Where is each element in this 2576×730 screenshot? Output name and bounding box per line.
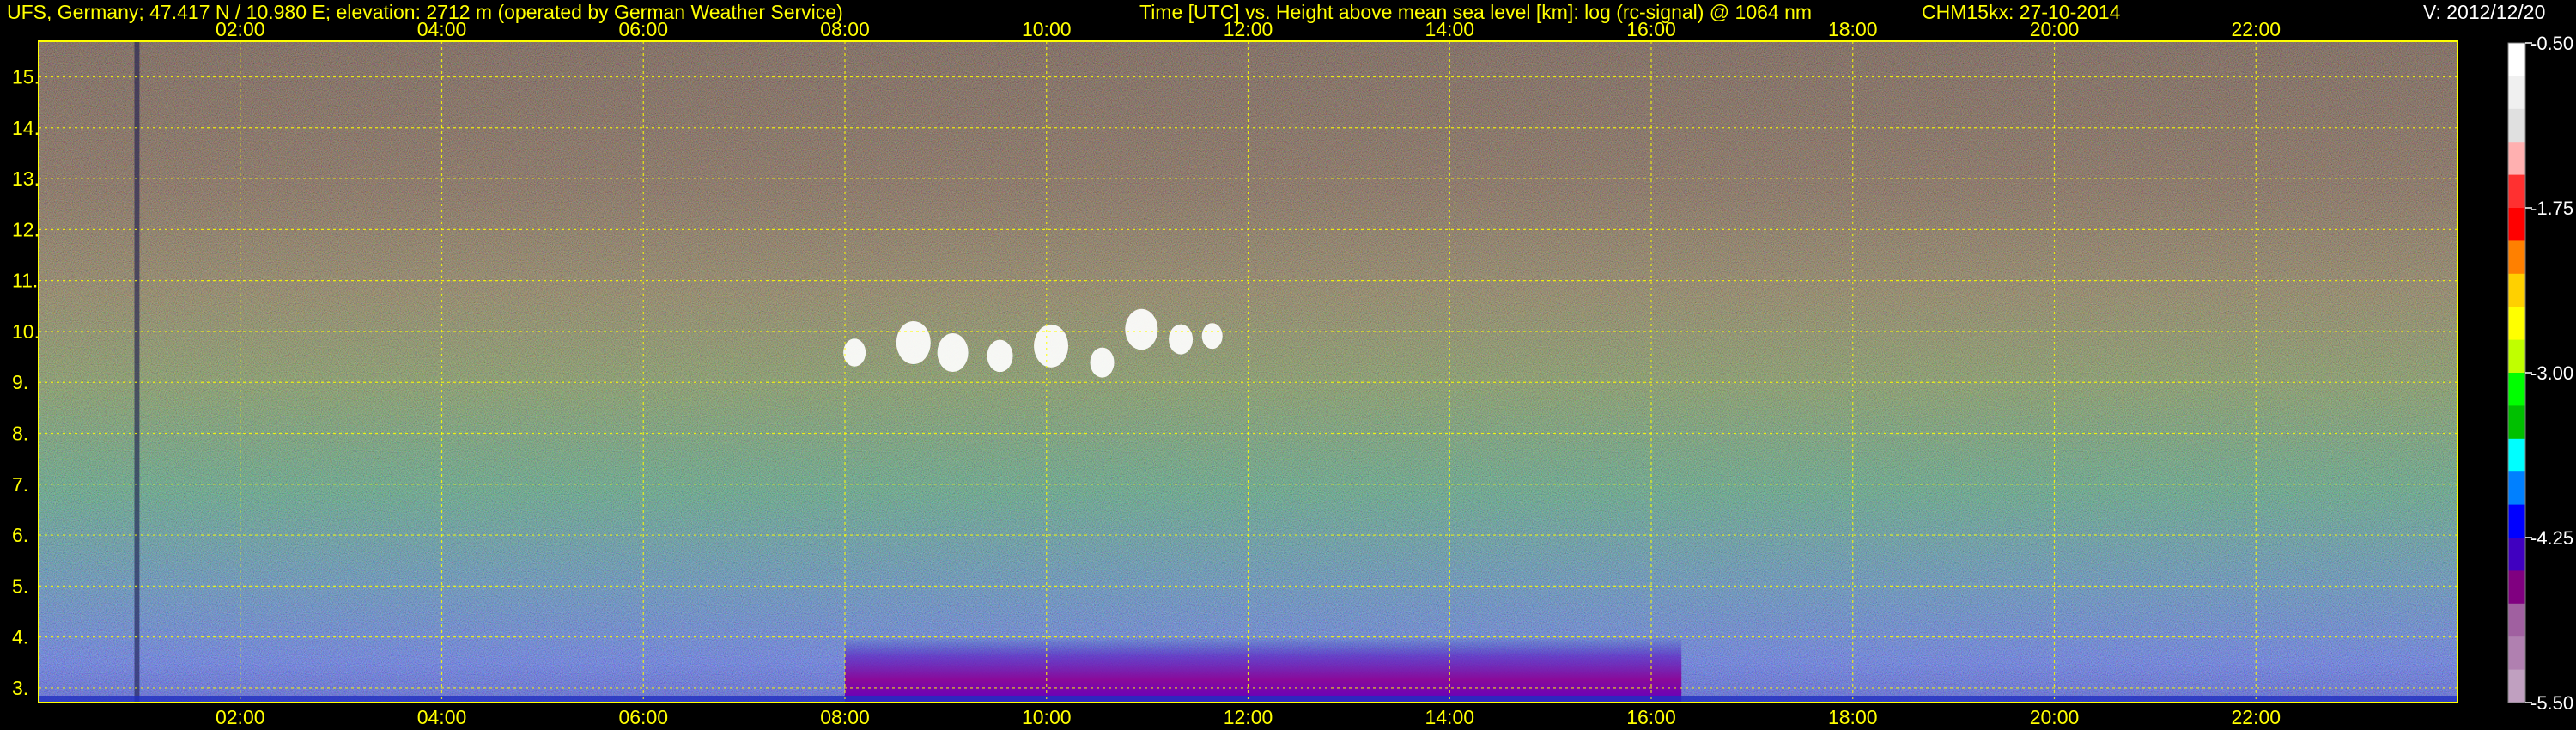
x-tick-label-bottom: 16:00	[1626, 706, 1676, 728]
colorbar-swatch	[2508, 273, 2525, 307]
cloud-blob	[1201, 323, 1223, 350]
x-tick-label-top: 16:00	[1626, 18, 1676, 40]
colorbar-swatch	[2508, 636, 2525, 671]
colorbar-swatch	[2508, 603, 2525, 637]
colorbar-swatch	[2508, 669, 2525, 703]
colorbar-swatch	[2508, 471, 2525, 506]
x-tick-label-top: 08:00	[820, 18, 870, 40]
x-tick-label-bottom: 22:00	[2231, 706, 2281, 728]
ceilometer-plot: 02:00 02:00 04:00 04:00 06:00 06:00 08:00 08:00…	[12, 18, 2573, 728]
x-tick-label-bottom: 02:00	[216, 706, 265, 728]
colorbar-swatch	[2508, 240, 2525, 275]
x-tick-label-bottom: 12:00	[1224, 706, 1273, 728]
x-tick-label-top: 02:00	[216, 18, 265, 40]
colorbar-swatch	[2508, 142, 2525, 176]
y-tick-label: 9.	[12, 371, 28, 393]
boundary-layer-feature	[845, 636, 1682, 703]
x-tick-label-bottom: 10:00	[1022, 706, 1072, 728]
cloud-blob	[896, 320, 931, 364]
x-tick-label-top: 04:00	[417, 18, 467, 40]
cloud-blob	[1125, 308, 1158, 350]
colorbar-tick-label: -1.75	[2530, 198, 2573, 219]
colorbar-swatch	[2508, 504, 2525, 538]
x-tick-label-bottom: 06:00	[618, 706, 668, 728]
colorbar-swatch	[2508, 76, 2525, 110]
x-tick-label-top: 10:00	[1022, 18, 1072, 40]
y-tick-label: 8.	[12, 422, 28, 444]
cloud-blob	[843, 338, 866, 367]
cloud-blob	[987, 339, 1013, 373]
colorbar-tick-label: -0.50	[2530, 33, 2573, 54]
y-tick-label: 4.	[12, 626, 28, 648]
y-tick-label: 7.	[12, 473, 28, 496]
y-tick-label: 15.	[12, 65, 39, 88]
colorbar-swatch	[2508, 373, 2525, 406]
colorbar-swatch	[2508, 438, 2525, 472]
instrument-gap	[134, 41, 140, 703]
x-tick-label-top: 18:00	[1828, 18, 1878, 40]
colorbar-swatch	[2508, 405, 2525, 440]
y-tick-label: 12.	[12, 218, 39, 240]
x-tick-label-top: 20:00	[2030, 18, 2080, 40]
colorbar-tick-label: -3.00	[2530, 362, 2573, 384]
colorbar-tick-label: -4.25	[2530, 527, 2573, 549]
y-tick-label: 13.	[12, 167, 39, 190]
colorbar: -0.50 -1.75 -3.00 -4.25 -5.50	[2507, 33, 2573, 714]
colorbar-swatch	[2508, 174, 2525, 209]
colorbar-swatch	[2508, 307, 2525, 341]
x-tick-label-bottom: 14:00	[1425, 706, 1474, 728]
cloud-blob	[1169, 324, 1194, 355]
x-tick-label-top: 14:00	[1425, 18, 1474, 40]
colorbar-swatch	[2508, 570, 2525, 605]
y-tick-label: 3.	[12, 677, 28, 699]
cloud-blob	[937, 333, 969, 373]
colorbar-swatch	[2508, 108, 2525, 143]
x-tick-label-bottom: 20:00	[2030, 706, 2080, 728]
colorbar-tick-label: -5.50	[2530, 692, 2573, 714]
colorbar-swatch	[2508, 208, 2525, 241]
x-tick-label-bottom: 08:00	[820, 706, 870, 728]
x-tick-label-top: 06:00	[618, 18, 668, 40]
y-tick-label: 10.	[12, 320, 39, 343]
y-tick-label: 11.	[12, 270, 38, 292]
y-tick-label: 6.	[12, 524, 28, 546]
cloud-blob	[1034, 324, 1069, 368]
y-tick-label: 14.	[12, 117, 39, 139]
colorbar-swatch	[2508, 538, 2525, 571]
y-tick-label: 5.	[12, 575, 28, 597]
x-tick-label-top: 22:00	[2231, 18, 2281, 40]
cloud-blob	[1090, 347, 1115, 378]
colorbar-swatch	[2508, 43, 2525, 76]
colorbar-swatch	[2508, 339, 2525, 374]
x-tick-label-bottom: 04:00	[417, 706, 467, 728]
x-tick-label-top: 12:00	[1224, 18, 1273, 40]
x-tick-label-bottom: 18:00	[1828, 706, 1878, 728]
